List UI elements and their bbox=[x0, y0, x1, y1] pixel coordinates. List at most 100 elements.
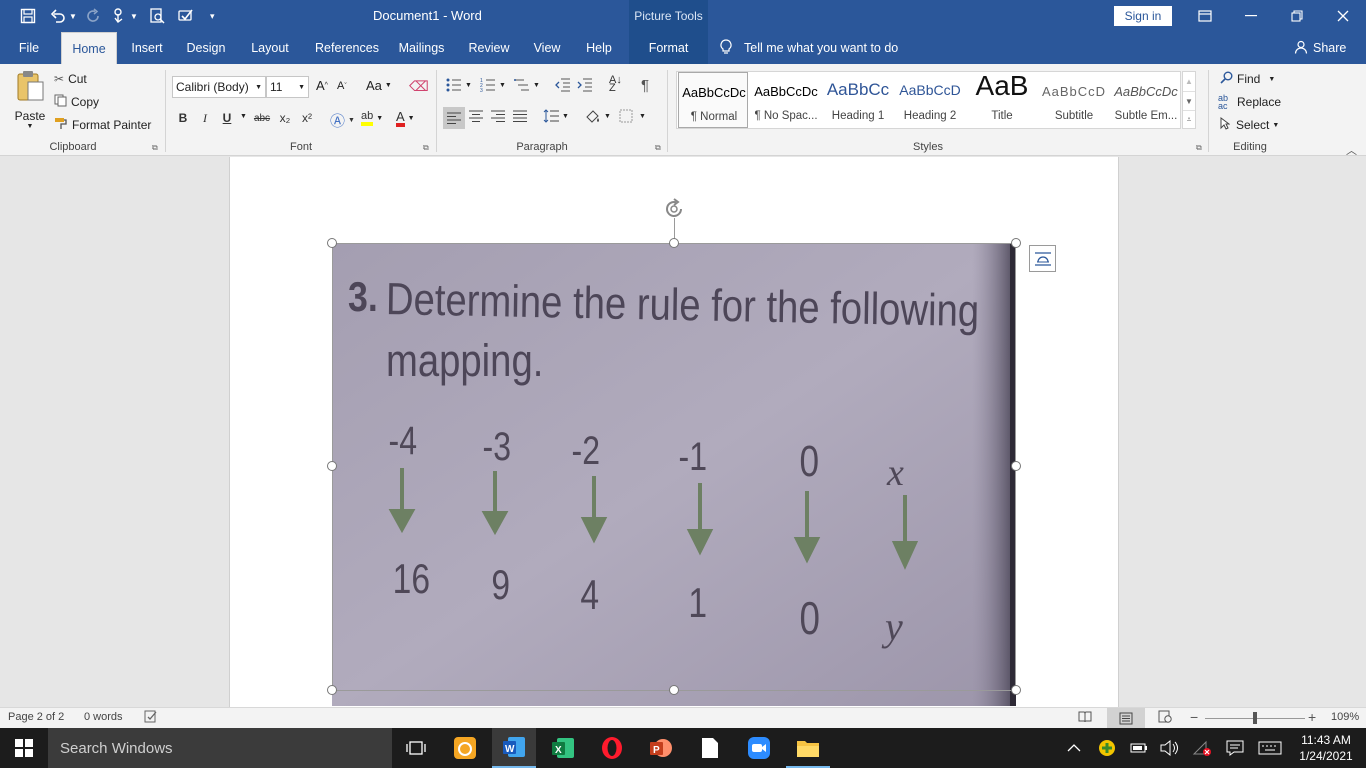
styles-launcher-icon[interactable]: ⧉ bbox=[1196, 143, 1202, 153]
line-spacing-icon[interactable]: ▼ bbox=[543, 109, 569, 123]
page-count[interactable]: Page 2 of 2 bbox=[8, 711, 64, 723]
uc-browser-icon[interactable] bbox=[443, 728, 487, 768]
tab-home[interactable]: Home bbox=[61, 32, 117, 64]
blank-document-icon[interactable] bbox=[688, 728, 732, 768]
tell-me-box[interactable]: Tell me what you want to do bbox=[720, 32, 898, 64]
grow-font-button[interactable]: A ^ bbox=[316, 78, 328, 93]
multilevel-list-icon[interactable]: ▼ bbox=[514, 78, 540, 92]
style-subtitle[interactable]: AaBbCcD Subtitle bbox=[1038, 72, 1110, 128]
bullets-icon[interactable]: ▼ bbox=[446, 78, 472, 92]
text-effects-icon[interactable]: Ⓐ ▼ bbox=[330, 110, 355, 131]
tab-design[interactable]: Design bbox=[182, 32, 230, 64]
font-size-combo[interactable]: 11 ▼ bbox=[266, 76, 309, 98]
styles-gallery-scroll[interactable]: ▲ ▼ ⩡ bbox=[1182, 71, 1196, 129]
style-no-spacing[interactable]: AaBbCcDc ¶ No Spac... bbox=[750, 72, 822, 128]
underline-button[interactable]: U bbox=[217, 108, 237, 128]
volume-icon[interactable] bbox=[1160, 728, 1180, 768]
chevron-down-icon[interactable]: ▼ bbox=[240, 113, 247, 120]
touch-mode-icon[interactable]: ▼ bbox=[112, 6, 138, 26]
resize-handle-bottom-left[interactable] bbox=[327, 685, 337, 695]
cut-button[interactable]: ✂ Cut bbox=[54, 70, 87, 88]
tab-help[interactable]: Help bbox=[580, 32, 618, 64]
style-title[interactable]: AaB Title bbox=[966, 70, 1038, 128]
web-layout-icon[interactable] bbox=[1158, 710, 1172, 726]
clear-formatting-icon[interactable]: ⌫ bbox=[409, 78, 429, 95]
paste-button[interactable]: Paste ▼ bbox=[12, 70, 48, 138]
powerpoint-app-icon[interactable]: P bbox=[639, 728, 683, 768]
close-icon[interactable] bbox=[1320, 0, 1366, 32]
rotate-handle-icon[interactable] bbox=[662, 197, 686, 226]
show-hidden-icons-icon[interactable] bbox=[1067, 728, 1081, 768]
format-painter-button[interactable]: Format Painter bbox=[54, 116, 151, 134]
replace-button[interactable]: ab ac Replace bbox=[1218, 93, 1281, 111]
touch-keyboard-icon[interactable] bbox=[1258, 728, 1282, 768]
print-layout-icon[interactable] bbox=[1107, 708, 1145, 728]
resize-handle-top-right[interactable] bbox=[1011, 238, 1021, 248]
italic-button[interactable]: I bbox=[195, 108, 215, 128]
wifi-disconnected-icon[interactable] bbox=[1192, 728, 1212, 768]
decrease-indent-icon[interactable] bbox=[555, 78, 571, 92]
borders-icon[interactable]: ▼ bbox=[619, 109, 646, 123]
zoom-out-icon[interactable]: − bbox=[1190, 709, 1198, 725]
read-mode-icon[interactable] bbox=[1078, 710, 1092, 726]
paragraph-launcher-icon[interactable]: ⧉ bbox=[655, 143, 661, 153]
align-center-icon[interactable] bbox=[469, 110, 483, 122]
resize-handle-top-left[interactable] bbox=[327, 238, 337, 248]
zoom-in-icon[interactable]: + bbox=[1308, 709, 1316, 725]
increase-indent-icon[interactable] bbox=[577, 78, 593, 92]
resize-handle-bottom[interactable] bbox=[669, 685, 679, 695]
minimize-icon[interactable] bbox=[1228, 0, 1274, 32]
more-styles-icon[interactable]: ⩡ bbox=[1183, 110, 1195, 128]
zoom-slider-thumb[interactable] bbox=[1253, 712, 1257, 724]
windows-start-icon[interactable] bbox=[0, 728, 48, 768]
align-left-icon[interactable] bbox=[443, 107, 465, 129]
proofing-icon[interactable] bbox=[144, 710, 158, 726]
style-subtle-emphasis[interactable]: AaBbCcDc Subtle Em... bbox=[1110, 72, 1182, 128]
resize-handle-right[interactable] bbox=[1011, 461, 1021, 471]
justify-icon[interactable] bbox=[513, 110, 527, 122]
highlight-color-button[interactable]: ab ▼ bbox=[361, 110, 383, 126]
shrink-font-button[interactable]: Aˇ bbox=[337, 80, 347, 92]
collapse-ribbon-icon[interactable]: ︿ bbox=[1346, 142, 1357, 158]
tab-format[interactable]: Format bbox=[629, 32, 708, 64]
word-app-icon[interactable]: W bbox=[492, 728, 536, 768]
select-button[interactable]: Select ▼ bbox=[1220, 116, 1279, 134]
subscript-button[interactable]: x₂ bbox=[275, 108, 295, 128]
sign-in-button[interactable]: Sign in bbox=[1114, 6, 1172, 26]
redo-icon[interactable] bbox=[86, 6, 102, 26]
tab-insert[interactable]: Insert bbox=[126, 32, 168, 64]
battery-icon[interactable] bbox=[1130, 728, 1148, 768]
tab-file[interactable]: File bbox=[11, 32, 47, 64]
excel-app-icon[interactable]: X bbox=[541, 728, 585, 768]
tab-layout[interactable]: Layout bbox=[245, 32, 295, 64]
style-heading-2[interactable]: AaBbCcD Heading 2 bbox=[894, 72, 966, 128]
inserted-picture[interactable]: 3. Determine the rule for the following … bbox=[332, 243, 1016, 706]
opera-browser-icon[interactable] bbox=[590, 728, 634, 768]
customize-qat-icon[interactable]: ▾ bbox=[210, 6, 215, 26]
word-count[interactable]: 0 words bbox=[84, 711, 123, 723]
font-name-combo[interactable]: Calibri (Body) ▼ bbox=[172, 76, 266, 98]
share-button[interactable]: Share bbox=[1294, 32, 1346, 64]
resize-handle-bottom-right[interactable] bbox=[1011, 685, 1021, 695]
resize-handle-top[interactable] bbox=[669, 238, 679, 248]
layout-options-icon[interactable] bbox=[1029, 245, 1056, 272]
restore-icon[interactable] bbox=[1274, 0, 1320, 32]
sort-icon[interactable]: A↓ Z bbox=[609, 75, 622, 94]
tab-references[interactable]: References bbox=[308, 32, 386, 64]
chevron-up-icon[interactable]: ▲ bbox=[1183, 72, 1195, 91]
resize-handle-left[interactable] bbox=[327, 461, 337, 471]
strikethrough-button[interactable]: abc bbox=[251, 108, 273, 128]
tab-view[interactable]: View bbox=[527, 32, 567, 64]
save-icon[interactable] bbox=[20, 6, 36, 26]
chevron-down-icon[interactable]: ▼ bbox=[1183, 91, 1195, 110]
clock[interactable]: 11:43 AM 1/24/2021 bbox=[1296, 728, 1356, 768]
tab-review[interactable]: Review bbox=[464, 32, 514, 64]
align-right-icon[interactable] bbox=[491, 110, 505, 122]
task-view-icon[interactable] bbox=[394, 728, 438, 768]
file-explorer-icon[interactable] bbox=[786, 728, 830, 768]
change-case-button[interactable]: Aa ▼ bbox=[366, 78, 392, 93]
copy-button[interactable]: Copy bbox=[54, 93, 99, 111]
style-normal[interactable]: AaBbCcDc ¶ Normal bbox=[678, 72, 748, 128]
font-color-button[interactable]: A ▼ bbox=[396, 110, 415, 127]
zoom-level[interactable]: 109% bbox=[1331, 711, 1359, 723]
